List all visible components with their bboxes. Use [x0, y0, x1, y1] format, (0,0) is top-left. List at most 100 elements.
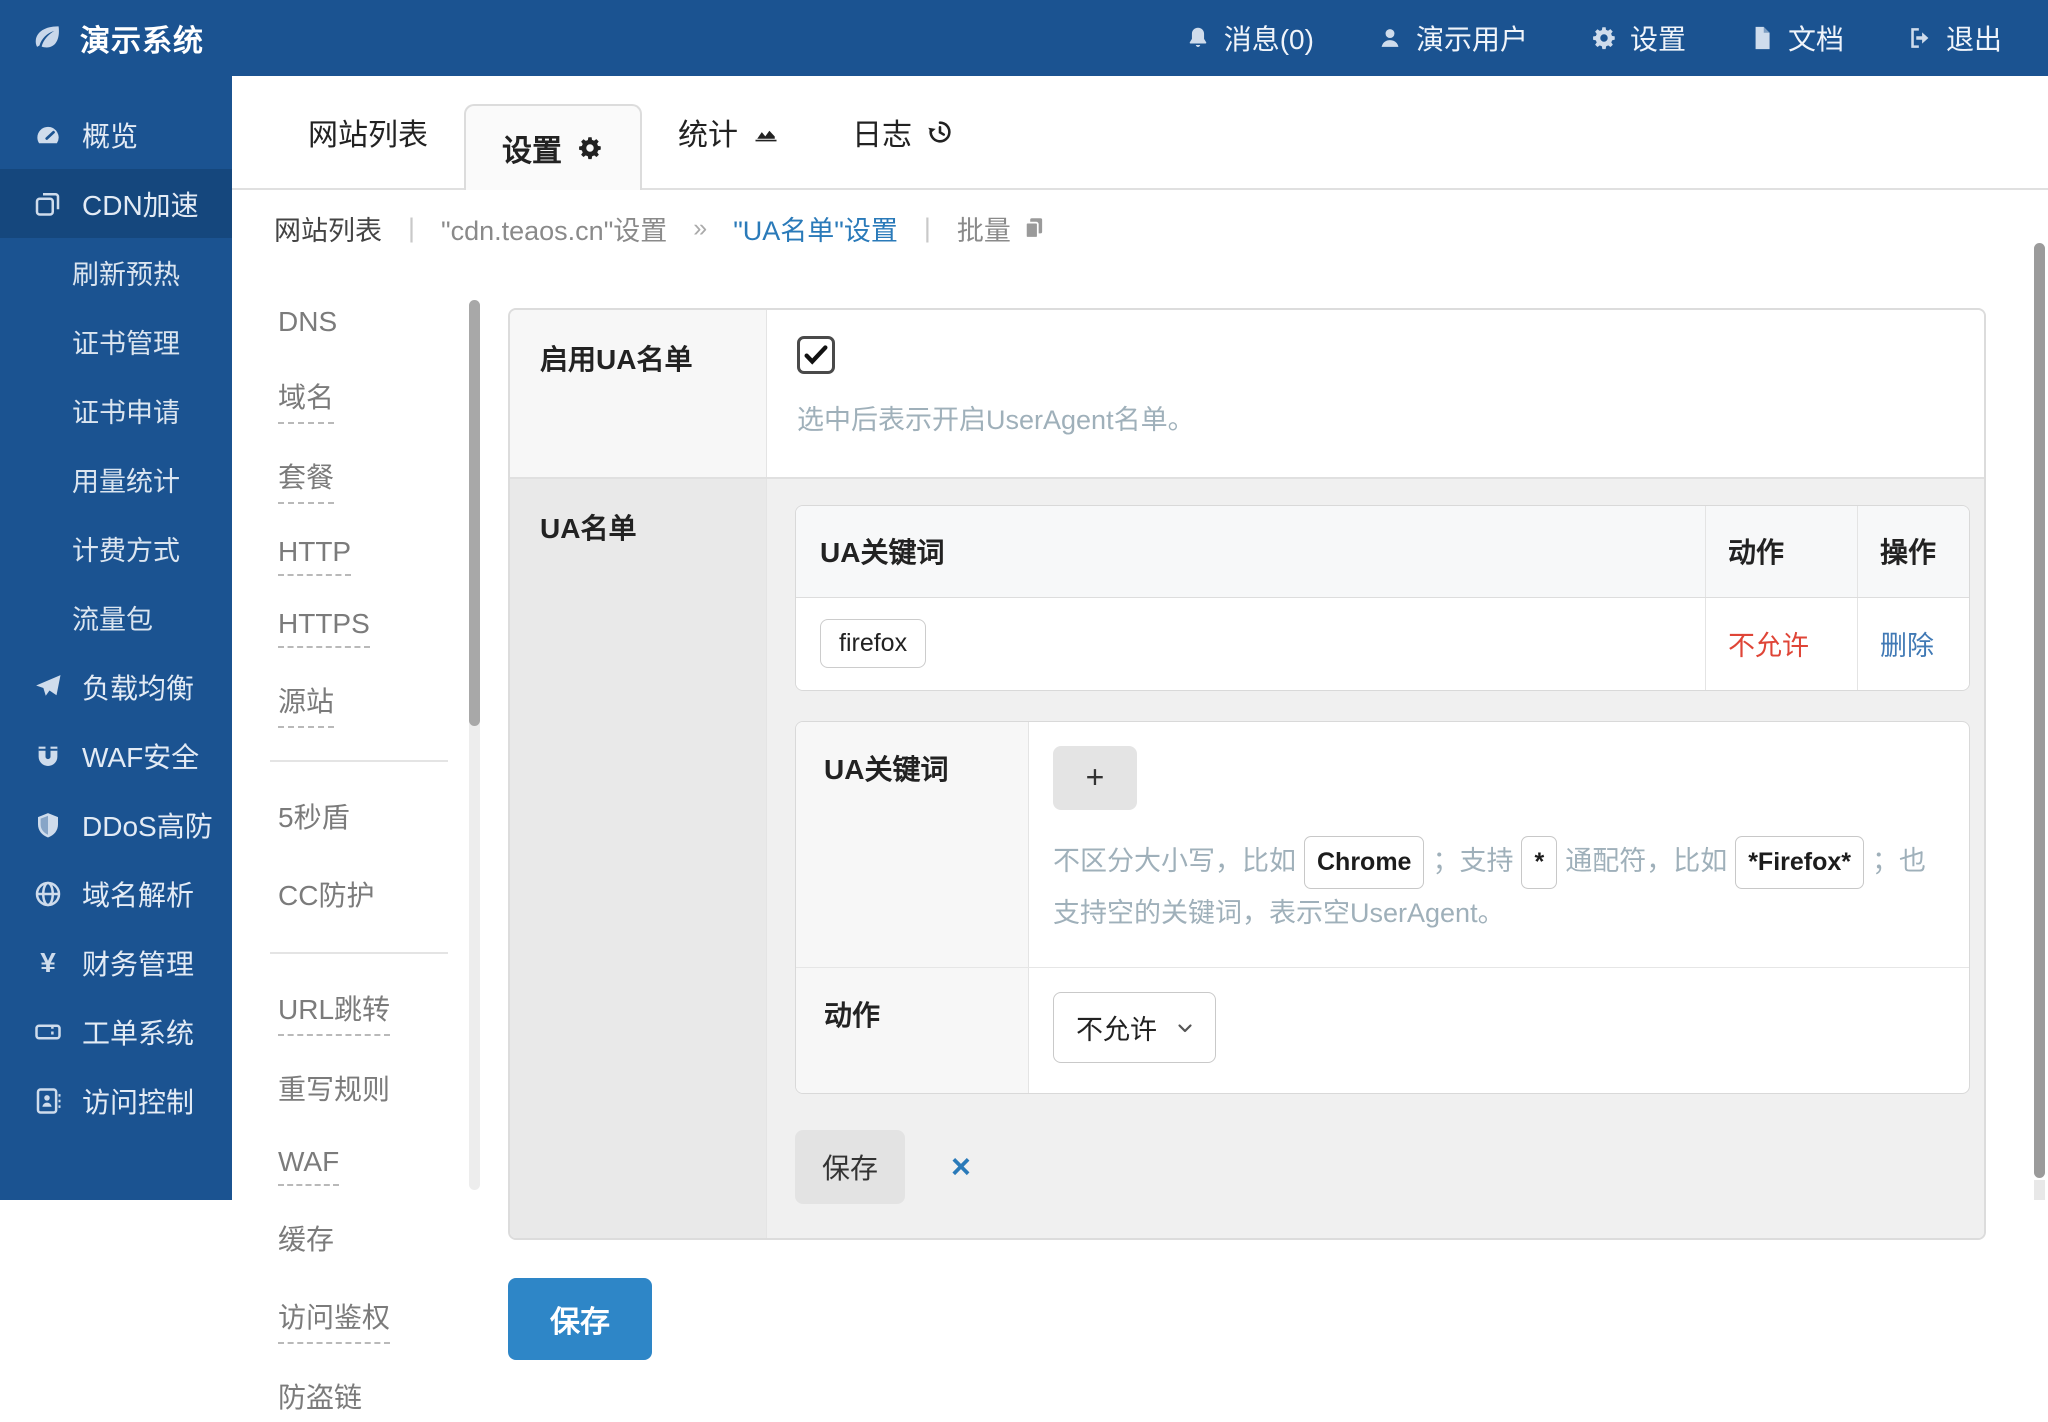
chevron-down-icon [1173, 1016, 1197, 1040]
sidebar-item-tickets[interactable]: 工单系统 [0, 997, 232, 1066]
wildcard-badge: * [1521, 836, 1557, 889]
messages-button[interactable]: 消息(0) [1184, 18, 1314, 58]
nav-item-label: 域名 [278, 376, 334, 424]
sidebar-item-overview[interactable]: 概览 [0, 100, 232, 169]
hint-text: 通配符，比如 [1565, 846, 1727, 876]
ua-keyword-table: UA关键词 动作 操作 firefox 不允许 删除 [795, 505, 1970, 691]
col-header-action: 动作 [1705, 506, 1857, 597]
docs-label: 文档 [1788, 18, 1844, 58]
enable-ua-label: 启用UA名单 [510, 310, 767, 477]
save-button[interactable]: 保存 [508, 1278, 652, 1360]
nav-item-access-auth[interactable]: 访问鉴权 [278, 1296, 482, 1344]
editor-footer: 保存 × [795, 1130, 1970, 1204]
nav-item-label: HTTP [278, 536, 351, 576]
nav-item-label: 源站 [278, 680, 334, 728]
tab-website-list[interactable]: 网站列表 [272, 76, 464, 188]
nav-item-cc-protect[interactable]: CC防护 [278, 874, 482, 920]
firefox-badge: *Firefox* [1735, 836, 1864, 889]
batch-button[interactable]: 批量 [957, 209, 1047, 248]
sidebar-item-access-control[interactable]: 访问控制 [0, 1066, 232, 1135]
sidebar-item-label: 刷新预热 [72, 253, 180, 292]
nav-item-dns[interactable]: DNS [278, 306, 482, 344]
magnet-icon [30, 741, 66, 771]
delete-link[interactable]: 删除 [1880, 624, 1934, 663]
ua-settings-panel: 启用UA名单 选中后表示开启UserAgent名单。 UA名单 UA关键词 [508, 308, 1986, 1240]
nav-item-label: WAF [278, 1146, 339, 1186]
user-label: 演示用户 [1416, 18, 1528, 58]
nav-item-waf[interactable]: WAF [278, 1146, 482, 1186]
nav-item-label: 缓存 [278, 1218, 334, 1264]
nav-item-rewrite-rules[interactable]: 重写规则 [278, 1068, 482, 1114]
action-value: 不允许 [1728, 624, 1809, 663]
tab-label: 设置 [502, 126, 562, 170]
editor-close-button[interactable]: × [951, 1150, 971, 1184]
nav-item-label: 访问鉴权 [278, 1296, 390, 1344]
docs-button[interactable]: 文档 [1748, 18, 1844, 58]
leaf-icon [30, 21, 64, 55]
nav-divider [270, 760, 448, 762]
sidebar-item-cert-apply[interactable]: 证书申请 [0, 376, 232, 445]
tabbar: 网站列表 设置 统计 日志 [232, 76, 2048, 190]
sidebar-item-traffic-package[interactable]: 流量包 [0, 583, 232, 652]
user-menu[interactable]: 演示用户 [1376, 18, 1528, 58]
clone-icon [30, 189, 66, 219]
nav-item-label: DNS [278, 306, 337, 344]
nav-item-hotlink-protect[interactable]: 防盗链 [278, 1376, 482, 1422]
sidebar-item-dns-resolve[interactable]: 域名解析 [0, 859, 232, 928]
keyword-input-row: UA关键词 + 不区分大小写，比如Chrome；支持*通配符，比如*Firefo… [796, 722, 1969, 968]
breadcrumb-current[interactable]: "UA名单"设置 [733, 209, 898, 248]
nav-item-5s-shield[interactable]: 5秒盾 [278, 796, 482, 842]
nav-item-label: 套餐 [278, 456, 334, 504]
sidebar-item-label: 访问控制 [82, 1081, 194, 1121]
sidebar-item-waf[interactable]: WAF安全 [0, 721, 232, 790]
sidebar-item-usage-stats[interactable]: 用量统计 [0, 445, 232, 514]
nav-item-https[interactable]: HTTPS [278, 608, 482, 648]
nav-item-domain[interactable]: 域名 [278, 376, 482, 424]
shield-icon [30, 810, 66, 840]
nav-item-cache[interactable]: 缓存 [278, 1218, 482, 1264]
settings-content: DNS 域名 套餐 HTTP HTTPS 源站 5秒盾 CC防护 URL跳转 重… [232, 266, 2048, 1200]
sidebar-item-finance[interactable]: ¥ 财务管理 [0, 928, 232, 997]
sidebar-item-refresh-preheat[interactable]: 刷新预热 [0, 238, 232, 307]
brand[interactable]: 演示系统 [0, 16, 204, 60]
window-scrollbar-track [2034, 1180, 2045, 1200]
action-select[interactable]: 不允许 [1053, 992, 1216, 1063]
globe-icon [30, 879, 66, 909]
sidebar-item-cert-manage[interactable]: 证书管理 [0, 307, 232, 376]
topbar: 演示系统 消息(0) 演示用户 设置 文档 退出 [0, 0, 2048, 76]
sidebar-item-cdn[interactable]: CDN加速 [0, 169, 232, 238]
tab-statistics[interactable]: 统计 [642, 76, 816, 188]
gear-icon [576, 134, 604, 162]
messages-label: 消息(0) [1224, 18, 1314, 58]
breadcrumb-domain-settings[interactable]: "cdn.teaos.cn"设置 [441, 209, 667, 248]
sidebar-item-label: CDN加速 [82, 184, 199, 224]
sidebar-item-billing-method[interactable]: 计费方式 [0, 514, 232, 583]
nav-item-url-redirect[interactable]: URL跳转 [278, 988, 482, 1036]
editor-save-button[interactable]: 保存 [795, 1130, 905, 1204]
nav-item-http[interactable]: HTTP [278, 536, 482, 576]
enable-ua-hint: 选中后表示开启UserAgent名单。 [797, 398, 1954, 443]
history-icon [926, 118, 954, 146]
sidebar-item-ddos[interactable]: DDoS高防 [0, 790, 232, 859]
breadcrumb-website-list[interactable]: 网站列表 [274, 209, 382, 248]
hint-text: 不区分大小写，比如 [1053, 846, 1296, 876]
settings-button[interactable]: 设置 [1590, 18, 1686, 58]
sidebar-item-load-balance[interactable]: 负载均衡 [0, 652, 232, 721]
ua-settings-panel-area: 启用UA名单 选中后表示开启UserAgent名单。 UA名单 UA关键词 [482, 266, 2048, 1200]
sidebar-item-label: 负载均衡 [82, 667, 194, 707]
nav-item-plan[interactable]: 套餐 [278, 456, 482, 504]
enable-ua-checkbox[interactable] [797, 336, 835, 374]
tab-settings[interactable]: 设置 [464, 104, 642, 190]
nav-item-label: 防盗链 [278, 1376, 362, 1422]
logout-label: 退出 [1946, 18, 2002, 58]
nav-item-origin[interactable]: 源站 [278, 680, 482, 728]
tab-logs[interactable]: 日志 [816, 76, 990, 188]
nav-scrollbar-thumb[interactable] [469, 300, 480, 726]
logout-button[interactable]: 退出 [1906, 18, 2002, 58]
breadcrumb-separator: | [408, 213, 415, 244]
add-keyword-button[interactable]: + [1053, 746, 1137, 810]
window-scrollbar-thumb[interactable] [2034, 243, 2045, 1178]
signout-icon [1906, 24, 1934, 52]
user-icon [1376, 24, 1404, 52]
sidebar-item-label: 流量包 [72, 598, 153, 637]
